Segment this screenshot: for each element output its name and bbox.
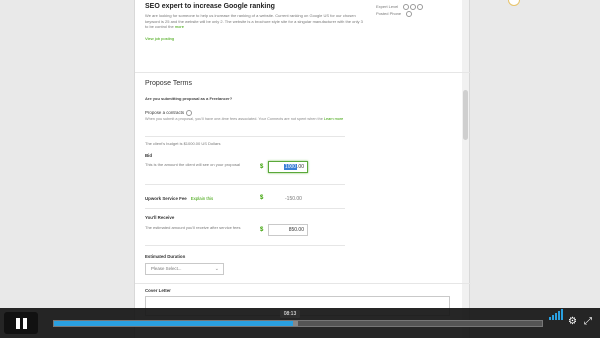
bid-selected-text: 1000 [283,164,298,170]
chevron-down-icon: ⌄ [214,266,219,272]
more-link[interactable]: more [175,24,184,29]
bid-rest-text: .00 [297,164,304,170]
bid-currency: $ [260,164,264,170]
bid-help: This is the amount the client will see o… [145,162,240,167]
explain-fee-link[interactable]: Explain this [191,196,213,201]
receive-help: The estimated amount you'll receive afte… [145,225,241,230]
duration-label: Estimated Duration [145,254,186,259]
fee-currency: $ [260,195,264,201]
meta-icons [403,3,424,10]
learn-more-link[interactable]: Learn more [324,117,343,121]
help-icon[interactable] [186,110,193,116]
fee-row: Upwork Service Fee Explain this [145,196,213,201]
notification-circle [508,0,520,6]
divider [135,72,471,73]
meta-posted: Posted Phone [376,11,402,16]
job-meta: Expert Level Posted Phone [376,3,424,17]
meta-level: Expert Level [376,4,399,9]
receive-label: You'll Receive [145,215,175,220]
page-scrollbar[interactable] [462,0,469,338]
bid-input[interactable]: 1000.00 [268,161,308,173]
freelancer-question: Are you submitting proposal as a Freelan… [145,96,233,101]
radio-help-text: When you submit a proposal, you'll have … [145,117,323,121]
fee-label: Upwork Service Fee [145,196,187,201]
duration-select[interactable]: Please Select... ⌄ [145,263,224,275]
meta-icons-2 [406,10,413,17]
job-description: We are looking for someone to help us in… [145,13,365,30]
receive-currency: $ [260,227,264,233]
view-job-posting-link[interactable]: View job posting [145,36,174,41]
divider [145,184,345,185]
radio-label-text: Propose a contracts [145,110,185,116]
gear-icon[interactable]: ⚙ [568,316,577,327]
divider [135,283,471,284]
divider [145,208,345,209]
job-title: SEO expert to increase Google ranking [145,3,275,10]
divider [145,245,345,246]
radio-help: When you submit a proposal, you'll have … [145,117,385,122]
section-title: Propose Terms [145,80,192,87]
pause-icon [23,318,27,329]
pause-button[interactable] [4,312,38,334]
played-fill [54,321,294,326]
receive-input[interactable]: 850.00 [268,224,308,236]
user-circle-icon [417,3,424,10]
duration-placeholder: Please Select... [151,266,182,271]
scroll-thumb[interactable] [463,90,468,140]
fullscreen-icon[interactable]: ⤢ [584,316,592,327]
time-tooltip: 08:13 [280,310,300,318]
divider [145,136,345,137]
fee-value: -150.00 [285,196,302,202]
bid-label: Bid [145,153,153,158]
radio-propose-contract[interactable]: Propose a contracts [145,110,193,116]
cover-letter-label: Cover Letter [145,288,171,293]
budget-note: The client's budget is $1000.00 US Dolla… [145,141,221,146]
seek-bar[interactable] [53,320,543,327]
check-circle-icon [406,10,413,17]
pause-icon [16,318,20,329]
